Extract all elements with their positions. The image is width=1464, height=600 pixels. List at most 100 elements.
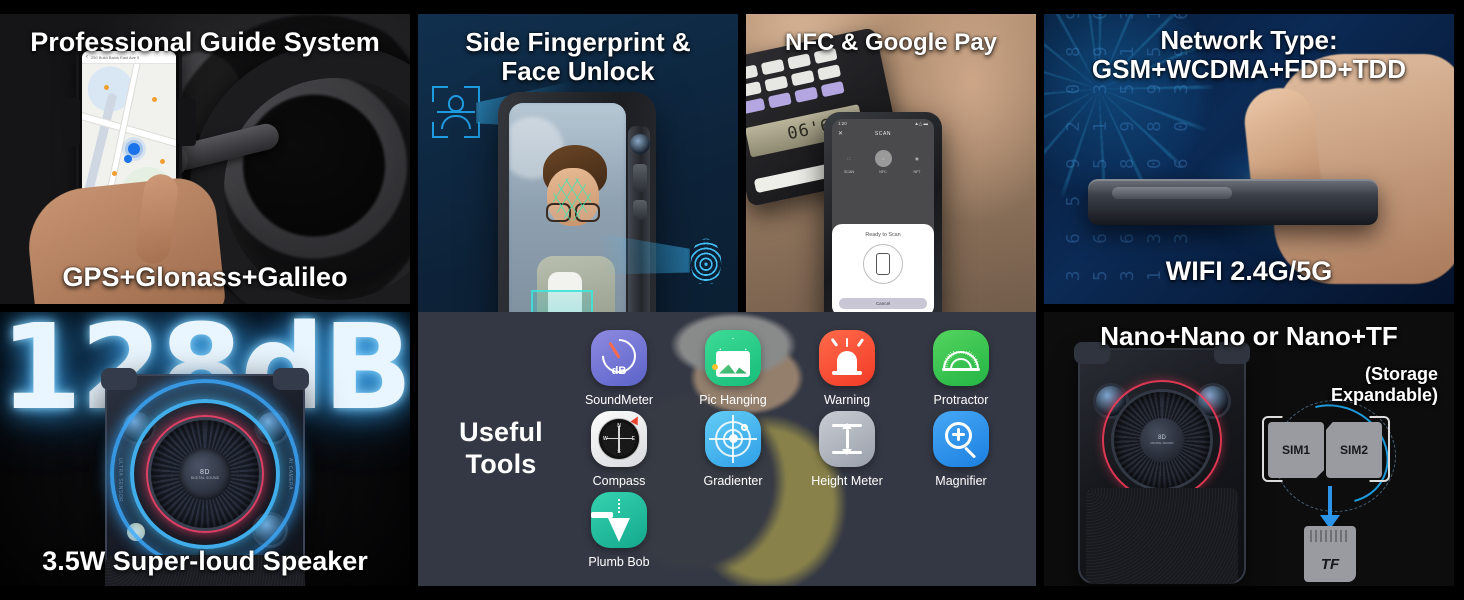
status-icons: ▲△ ▬ bbox=[914, 120, 928, 126]
tool-label: Compass bbox=[592, 473, 646, 488]
tools-grid: dB SoundMeter Pic Hanging Warning Protra… bbox=[562, 329, 1018, 569]
panel-speaker: 128dB ULTRA SENSOR AI CAMERA 8D DIGITAL … bbox=[0, 312, 410, 586]
nfc-icon: ◑ bbox=[874, 150, 892, 167]
status-time: 1:20 bbox=[838, 121, 847, 126]
tool-label: Protractor bbox=[933, 392, 989, 407]
face-mesh-overlay bbox=[544, 167, 601, 230]
sim-tray-outline bbox=[1262, 416, 1390, 482]
cancel-button[interactable]: Cancel bbox=[839, 298, 927, 309]
tool-label: Pic Hanging bbox=[699, 392, 767, 407]
tool-label: Plumb Bob bbox=[588, 554, 650, 569]
network-title: Network Type: GSM+WCDMA+FDD+TDD bbox=[1044, 25, 1454, 85]
pic-hanging-icon bbox=[705, 329, 761, 386]
panel-useful-tools: Useful Tools dB SoundMeter Pic Hanging W… bbox=[418, 312, 1036, 586]
gps-subtitle: GPS+Glonass+Galileo bbox=[62, 261, 348, 292]
sim-subtitle: (Storage Expandable) bbox=[1044, 364, 1454, 405]
tab-nfc-label: NFC bbox=[879, 170, 887, 174]
map-poi-pin bbox=[152, 97, 157, 102]
fingerprint-icon bbox=[686, 232, 726, 284]
scan-header: ✕ SCAN bbox=[832, 128, 934, 140]
sim-subtitle-line2: Expandable) bbox=[1330, 384, 1438, 405]
sim-slot-diagram: SIM1 SIM2 TF bbox=[1262, 385, 1428, 582]
nft-icon: ▦ bbox=[915, 156, 919, 161]
tool-height-meter[interactable]: Height Meter bbox=[790, 410, 904, 488]
tool-label: Gradienter bbox=[703, 473, 763, 488]
tab-scan-label: SCAN bbox=[844, 170, 854, 174]
nfc-title: NFC & Google Pay bbox=[784, 29, 998, 56]
tool-label: Magnifier bbox=[935, 473, 987, 488]
biometrics-title-line2: Face Unlock bbox=[501, 56, 655, 87]
rugged-phone-nfc: 1:20 ▲△ ▬ ✕ SCAN ⛶ SCAN ◑ NFC ▦ NFT Read… bbox=[824, 112, 942, 324]
tap-phone-illustration bbox=[863, 244, 903, 284]
face-unlock-icon bbox=[432, 86, 480, 138]
phone-side-profile bbox=[1088, 179, 1378, 225]
tab-scan[interactable]: ⛶ SCAN bbox=[841, 150, 858, 175]
phone-mount-arm bbox=[178, 98, 196, 146]
tab-nft-label: NFT bbox=[913, 170, 921, 174]
plumb-bob-icon bbox=[591, 491, 647, 548]
current-location-dot bbox=[124, 155, 132, 163]
tab-nfc[interactable]: ◑ NFC bbox=[874, 150, 892, 174]
tool-label: Warning bbox=[823, 392, 871, 407]
sheet-title: Ready to Scan bbox=[865, 232, 901, 238]
side-lens bbox=[630, 134, 650, 154]
tool-label: Height Meter bbox=[811, 473, 883, 488]
down-arrow-icon bbox=[1328, 486, 1332, 516]
status-bar: 1:20 ▲△ ▬ bbox=[832, 119, 934, 128]
height-meter-icon bbox=[819, 410, 875, 467]
magnifier-icon bbox=[933, 410, 989, 467]
panel-gps: ‹ 250 Bukit Batok East Ave 5 Confirm Pro… bbox=[0, 14, 410, 304]
sim-title: Nano+Nano or Nano+TF bbox=[1100, 321, 1398, 351]
tool-plumb-bob[interactable]: Plumb Bob bbox=[562, 491, 676, 569]
current-location-marker bbox=[128, 143, 140, 155]
terminal-keypad bbox=[746, 47, 845, 115]
volume-button[interactable] bbox=[633, 200, 647, 220]
sound-meter-badge: dB bbox=[611, 364, 627, 377]
tab-nft[interactable]: ▦ NFT bbox=[909, 150, 926, 175]
phone-mount-arm bbox=[62, 98, 80, 146]
gradienter-icon bbox=[705, 410, 761, 467]
scan-mode-tabs: ⛶ SCAN ◑ NFC ▦ NFT bbox=[832, 140, 934, 174]
phone-screen: 1:20 ▲△ ▬ ✕ SCAN ⛶ SCAN ◑ NFC ▦ NFT Read… bbox=[832, 119, 934, 316]
biometrics-title: Side Fingerprint & Face Unlock bbox=[418, 27, 738, 87]
protractor-icon bbox=[933, 329, 989, 386]
tf-card: TF bbox=[1304, 526, 1356, 582]
network-title-line2: GSM+WCDMA+FDD+TDD bbox=[1091, 54, 1407, 85]
tool-protractor[interactable]: Protractor bbox=[904, 329, 1018, 407]
scan-header-label: SCAN bbox=[874, 131, 892, 137]
gps-title: Professional Guide System bbox=[30, 27, 380, 57]
scan-icon: ⛶ bbox=[847, 156, 851, 161]
tool-pic-hanging[interactable]: Pic Hanging bbox=[676, 329, 790, 407]
phone-side-frame bbox=[628, 126, 650, 338]
tool-label: SoundMeter bbox=[584, 392, 654, 407]
ready-to-scan-sheet: Ready to Scan Cancel bbox=[832, 224, 934, 316]
hand bbox=[1274, 54, 1454, 284]
bumper-corner bbox=[101, 368, 137, 390]
compass-icon: NS EW bbox=[591, 410, 647, 467]
bumper-corner bbox=[273, 368, 309, 390]
biometrics-title-line1: Side Fingerprint & bbox=[465, 27, 691, 57]
tools-title: Useful Tools bbox=[446, 417, 556, 481]
panel-network: 9 6 5 1 3 6 5 9 2 0 8 9 5 1 3 6 8 9 0 8 … bbox=[1044, 14, 1454, 304]
network-subtitle: WIFI 2.4G/5G bbox=[1165, 255, 1333, 286]
feature-collage: ‹ 250 Bukit Batok East Ave 5 Confirm Pro… bbox=[0, 0, 1464, 600]
map-poi-pin bbox=[160, 159, 165, 164]
tools-title-line1: Useful bbox=[459, 417, 543, 448]
tools-title-line2: Tools bbox=[465, 449, 537, 479]
tool-sound-meter[interactable]: dB SoundMeter bbox=[562, 329, 676, 407]
panel-sim: 8D DIGITAL SOUND SIM1 SIM2 TF Nano+Nano … bbox=[1044, 312, 1454, 586]
tool-gradienter[interactable]: Gradienter bbox=[676, 410, 790, 488]
speaker-caption: 3.5W Super-loud Speaker bbox=[42, 545, 368, 576]
sound-meter-icon: dB bbox=[591, 329, 647, 386]
close-icon[interactable]: ✕ bbox=[838, 130, 844, 137]
tool-magnifier[interactable]: Magnifier bbox=[904, 410, 1018, 488]
tool-warning[interactable]: Warning bbox=[790, 329, 904, 407]
tool-compass[interactable]: NS EW Compass bbox=[562, 410, 676, 488]
map-poi-pin bbox=[104, 85, 109, 90]
fingerprint-power-button[interactable] bbox=[633, 164, 647, 192]
network-title-line1: Network Type: bbox=[1160, 25, 1338, 55]
sim-subtitle-line1: (Storage bbox=[1364, 364, 1438, 384]
phone-outline-icon bbox=[876, 253, 890, 275]
sound-ring-outer bbox=[110, 379, 300, 569]
warning-lamp-icon bbox=[819, 329, 875, 386]
